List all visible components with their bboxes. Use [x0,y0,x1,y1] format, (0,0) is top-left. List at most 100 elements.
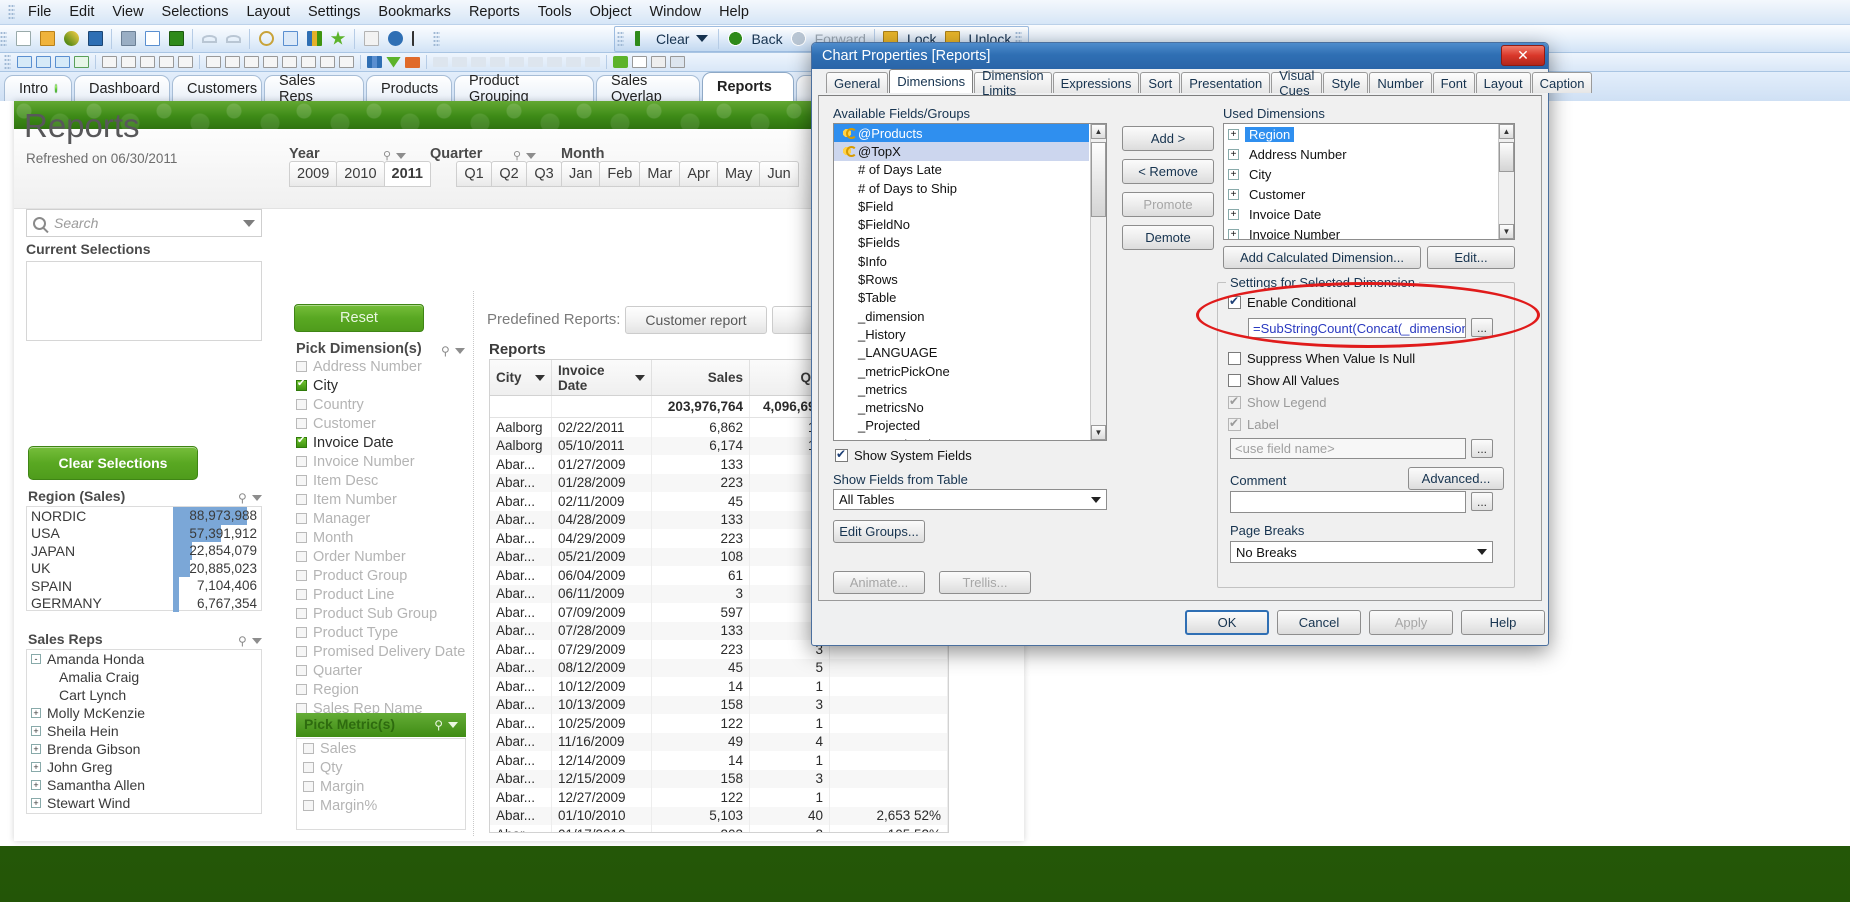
tab-dimension-limits[interactable]: Dimension Limits [974,68,1052,98]
context-help-icon[interactable] [408,28,430,50]
back-icon[interactable] [724,28,746,50]
chevron-down-icon[interactable] [396,152,407,159]
column-header-sales[interactable]: Sales [652,360,750,395]
promote-sheet-icon[interactable] [669,54,686,70]
checkbox[interactable] [296,646,307,657]
pick-dimensions-object-tools[interactable]: ⚲ [441,344,465,358]
pie-chart-icon[interactable] [120,54,137,70]
checkbox[interactable] [835,447,848,462]
table-row[interactable]: Abar... 12/27/2009 122 1 [490,788,948,807]
available-field-item[interactable]: _History [834,325,1089,343]
search-icon[interactable] [255,28,277,50]
add-button[interactable]: Add > [1122,126,1214,151]
distribute-vertical-icon[interactable] [508,54,525,70]
search-input[interactable]: Search [26,209,262,237]
used-dimensions-list[interactable]: + Region + Address Number + City + Customer + Inv… [1223,123,1515,240]
table-row[interactable]: Abar... 11/16/2009 49 4 [490,732,948,751]
table-row[interactable]: Abar... 12/15/2009 158 3 [490,769,948,788]
button-object-icon[interactable] [224,54,241,70]
checkbox[interactable] [296,570,307,581]
month-option-apr[interactable]: Apr [679,161,718,187]
enable-conditional-checkbox[interactable]: Enable Conditional [1228,294,1356,310]
menu-window[interactable]: Window [641,2,711,22]
column-header-city[interactable]: City [490,360,552,395]
chevron-down-icon[interactable] [1091,496,1101,503]
add-calculated-dimension-button[interactable]: Add Calculated Dimension... [1223,246,1421,269]
expand-icon[interactable]: + [1228,148,1239,160]
tab-general[interactable]: General [826,72,889,93]
available-field-item[interactable]: $FieldNo [834,215,1089,233]
checkbox[interactable] [1228,352,1241,365]
align-center-icon[interactable] [451,54,468,70]
advanced-button[interactable]: Advanced... [1408,467,1504,490]
export-icon[interactable] [165,28,187,50]
tab-sort[interactable]: Sort [1140,72,1181,93]
checkbox[interactable] [303,800,314,811]
statistics-box-icon[interactable] [35,54,52,70]
quarter-option-q2[interactable]: Q2 [491,161,527,187]
pick-metrics-list[interactable]: Sales Qty Margin Margin% [296,738,466,830]
checkbox[interactable] [296,684,307,695]
reload-icon[interactable] [60,28,82,50]
month-option-jun[interactable]: Jun [759,161,799,187]
tab-style[interactable]: Style [1323,72,1369,93]
container-object-icon[interactable] [319,54,336,70]
show-all-values-checkbox[interactable]: Show All Values [1228,373,1339,388]
menu-bookmarks[interactable]: Bookmarks [369,2,460,22]
used-dimension-item[interactable]: + Address Number [1224,144,1497,164]
expand-icon[interactable]: + [1228,168,1239,180]
copy-sheet-icon[interactable] [650,54,667,70]
dimension-label-input[interactable]: <use field name> [1230,438,1466,459]
checkbox[interactable] [1228,294,1241,309]
customer-report-button[interactable]: Customer report [625,306,767,334]
grid-snap-icon[interactable] [404,54,421,70]
conditional-expression-ellipsis-button[interactable]: ... [1471,318,1493,337]
quarter-option-q1[interactable]: Q1 [456,161,492,187]
sheet-tab-product-grouping[interactable]: Product Grouping [454,73,594,105]
toolbar-overflow[interactable] [433,30,440,47]
align-left-icon[interactable] [432,54,449,70]
available-field-item[interactable]: $Fields [834,234,1089,252]
month-option-feb[interactable]: Feb [599,161,641,187]
tab-caption[interactable]: Caption [1531,72,1593,93]
search-small-icon[interactable]: ⚲ [238,634,247,648]
available-field-item[interactable]: $Table [834,289,1089,307]
forward-icon[interactable] [788,28,810,50]
sheet-tab-reports[interactable]: Reports [702,72,794,101]
trellis-button[interactable]: Trellis... [939,571,1031,594]
checkbox[interactable] [303,743,314,754]
search-small-icon[interactable]: ⚲ [434,718,443,732]
tab-layout[interactable]: Layout [1475,72,1531,93]
tab-presentation[interactable]: Presentation [1181,72,1271,93]
demote-button[interactable]: Demote [1122,225,1214,250]
custom-object-icon[interactable] [338,54,355,70]
table-row[interactable]: Abar... 12/14/2009 14 1 [490,751,948,770]
used-dimensions-scrollbar[interactable]: ▲ ▼ [1498,124,1514,239]
checkbox[interactable] [296,418,307,429]
promote-button[interactable]: Promote [1122,192,1214,217]
sheet-tab-dashboard[interactable]: Dashboard [74,75,170,101]
sheet-tab-intro[interactable]: Intro [4,75,72,101]
month-picker[interactable]: Jan Feb Mar Apr May Jun [561,161,799,187]
ok-button[interactable]: OK [1185,610,1269,635]
comment-ellipsis-button[interactable]: ... [1471,492,1493,511]
sheet-properties-icon[interactable] [612,54,629,70]
available-field-item[interactable]: $Rows [834,270,1089,288]
expand-icon[interactable]: + [31,708,41,718]
align-bottom-icon[interactable] [546,54,563,70]
bookmark-star-icon[interactable] [327,28,349,50]
tab-dimensions[interactable]: Dimensions [889,69,974,93]
sheet-tab-sales-reps[interactable]: Sales Reps [264,73,364,105]
checkbox[interactable] [296,475,307,486]
quarter-option-q3[interactable]: Q3 [526,161,562,187]
year-option-2011[interactable]: 2011 [383,161,431,187]
bar-chart-icon[interactable] [101,54,118,70]
year-option-2009[interactable]: 2009 [289,161,338,187]
month-option-mar[interactable]: Mar [639,161,681,187]
slider-object-icon[interactable] [262,54,279,70]
checkbox[interactable] [296,627,307,638]
checkbox[interactable] [296,456,307,467]
scroll-up-icon[interactable]: ▲ [1091,124,1106,139]
edit-script-icon[interactable] [360,28,382,50]
expand-icon[interactable]: + [31,798,41,808]
